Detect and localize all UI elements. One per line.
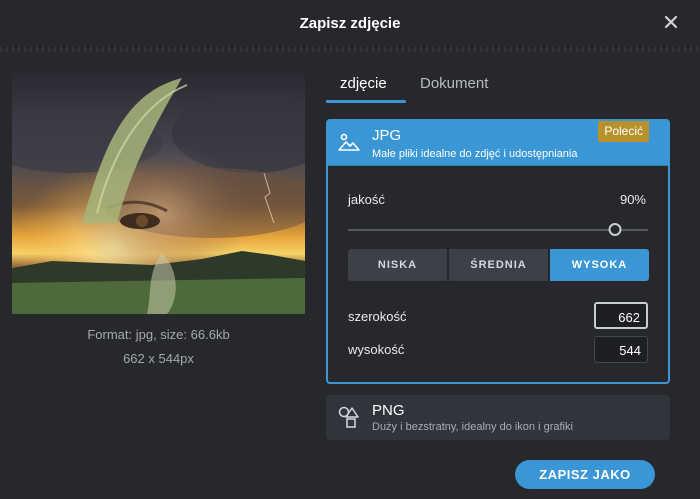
dialog-title: Zapisz zdjęcie	[299, 15, 401, 32]
height-label: wysokość	[348, 342, 405, 357]
image-format-size: Format: jpg, size: 66.6kb	[87, 327, 230, 342]
png-format-description: Duży i bezstratny, idealny do ikon i gra…	[372, 421, 573, 433]
png-format-name: PNG	[372, 402, 405, 419]
dialog-title-bar: Zapisz zdjęcie	[0, 0, 700, 48]
jpg-option-header[interactable]: JPG Małe pliki idealne do zdjęć i udostę…	[328, 121, 668, 165]
height-input[interactable]: 544	[594, 336, 648, 363]
recommended-badge: Polecić	[598, 121, 649, 142]
width-input[interactable]: 662	[594, 302, 648, 329]
shapes-icon	[338, 406, 360, 428]
title-divider	[0, 46, 700, 52]
quality-label: jakość	[348, 192, 385, 207]
close-icon[interactable]	[663, 14, 679, 30]
quality-slider[interactable]	[348, 223, 648, 237]
format-tabs: zdjęcie Dokument	[326, 72, 670, 104]
preset-medium-button[interactable]: ŚREDNIA	[449, 249, 548, 281]
preset-low-button[interactable]: NISKA	[348, 249, 447, 281]
jpg-option-card[interactable]: JPG Małe pliki idealne do zdjęć i udostę…	[326, 119, 670, 384]
quality-slider-track[interactable]	[348, 229, 648, 231]
save-as-button[interactable]: ZAPISZ JAKO	[515, 460, 655, 489]
tab-document[interactable]: Dokument	[420, 75, 488, 92]
jpg-format-description: Małe pliki idealne do zdjęć i udostępnia…	[372, 148, 578, 160]
quality-slider-thumb[interactable]	[608, 223, 622, 236]
tab-photo[interactable]: zdjęcie	[340, 75, 387, 92]
jpg-settings: jakość 90% NISKA ŚREDNIA WYSOKA szerokoś…	[328, 165, 668, 382]
quality-preset-selector: NISKA ŚREDNIA WYSOKA	[348, 249, 649, 281]
save-photo-dialog: Zapisz zdjęcie Format: jpg, size: 66.6kb…	[0, 0, 700, 499]
width-label: szerokość	[348, 309, 407, 324]
active-tab-indicator	[326, 100, 406, 103]
image-mountain-icon	[338, 131, 360, 153]
quality-value: 90%	[619, 192, 646, 207]
preset-high-button[interactable]: WYSOKA	[550, 249, 649, 281]
jpg-format-name: JPG	[372, 127, 402, 144]
image-preview	[12, 73, 305, 314]
image-dimensions: 662 x 544px	[123, 351, 194, 366]
png-option-card[interactable]: PNG Duży i bezstratny, idealny do ikon i…	[326, 395, 670, 440]
